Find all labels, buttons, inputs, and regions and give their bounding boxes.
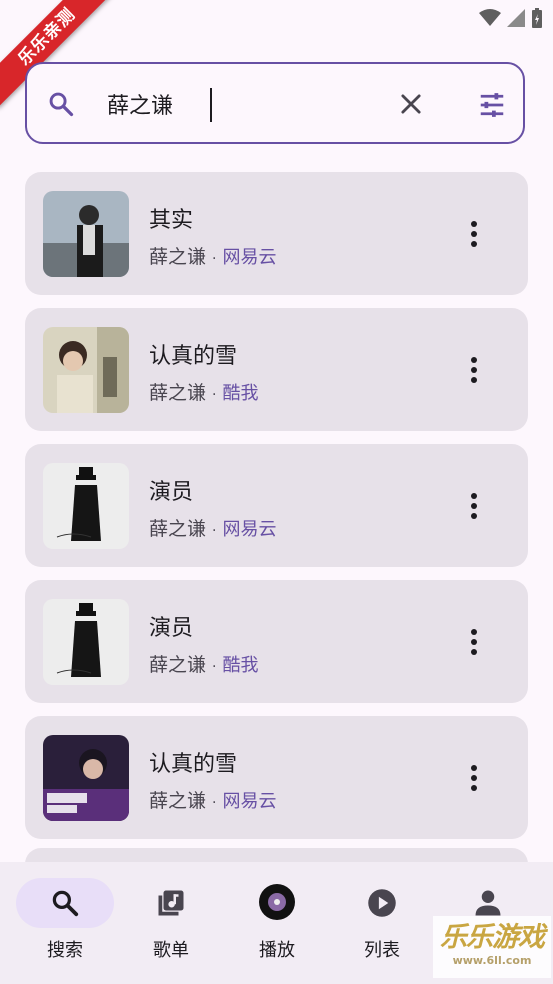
nav-label: 播放 [259,940,295,961]
search-bar[interactable] [25,62,525,144]
album-cover [43,191,129,277]
list-item[interactable]: 其实 薛之谦 · 网易云 [25,172,528,295]
bottom-navigation: 搜索 歌单 播放 列表 乐乐游戏 www.6ll.com [0,862,553,984]
battery-icon [532,8,542,28]
source-name: 网易云 [222,791,277,812]
album-cover [43,463,129,549]
results-list: 其实 薛之谦 · 网易云 认真的雪 薛之谦 · 酷我 演员 薛之谦 · 网易云 … [25,172,528,852]
more-vert-icon[interactable] [464,627,484,657]
song-title: 认真的雪 [149,344,238,369]
nav-label: 列表 [364,940,400,961]
song-meta: 薛之谦 · 酷我 [149,378,258,405]
separator-dot: · [212,387,217,403]
album-cover [43,735,129,821]
now-playing-cover [259,884,295,920]
source-name: 酷我 [222,655,259,676]
close-icon[interactable] [397,90,425,118]
song-title: 演员 [149,616,194,641]
song-title: 认真的雪 [149,752,238,777]
artist-name: 薛之谦 [149,654,207,676]
separator-dot: · [212,523,217,539]
watermark-logo: 乐乐游戏 www.6ll.com [433,916,551,978]
more-vert-icon[interactable] [464,219,484,249]
nav-play[interactable]: 播放 [222,878,332,968]
signal-icon [507,9,525,27]
source-name: 酷我 [222,383,259,404]
source-name: 网易云 [222,247,277,268]
playlist-icon [158,890,184,916]
list-item[interactable]: 演员 薛之谦 · 网易云 [25,444,528,567]
nav-label: 歌单 [153,940,189,961]
list-item[interactable]: 认真的雪 薛之谦 · 酷我 [25,308,528,431]
nav-list[interactable]: 列表 [327,878,437,968]
song-meta: 薛之谦 · 网易云 [149,514,276,541]
album-cover [43,599,129,685]
wifi-icon [479,9,501,26]
play-circle-icon [368,889,396,917]
song-title: 其实 [149,208,194,233]
song-meta: 薛之谦 · 网易云 [149,786,276,813]
artist-name: 薛之谦 [149,246,207,268]
separator-dot: · [212,795,217,811]
artist-name: 薛之谦 [149,518,207,540]
source-name: 网易云 [222,519,277,540]
more-vert-icon[interactable] [464,355,484,385]
tune-icon[interactable] [477,90,507,120]
more-vert-icon[interactable] [464,491,484,521]
search-icon[interactable] [47,90,75,118]
separator-dot: · [212,659,217,675]
song-title: 演员 [149,480,194,505]
list-item[interactable]: 认真的雪 薛之谦 · 网易云 [25,716,528,839]
song-meta: 薛之谦 · 网易云 [149,242,276,269]
more-vert-icon[interactable] [464,763,484,793]
song-meta: 薛之谦 · 酷我 [149,650,258,677]
search-icon [52,890,79,917]
list-item[interactable]: 演员 薛之谦 · 酷我 [25,580,528,703]
nav-label: 搜索 [47,940,83,961]
nav-playlist[interactable]: 歌单 [116,878,226,968]
artist-name: 薛之谦 [149,382,207,404]
text-caret [210,88,212,122]
artist-name: 薛之谦 [149,790,207,812]
search-input[interactable] [107,84,377,124]
album-cover [43,327,129,413]
nav-search[interactable]: 搜索 [10,878,120,968]
separator-dot: · [212,251,217,267]
person-icon [475,890,501,916]
